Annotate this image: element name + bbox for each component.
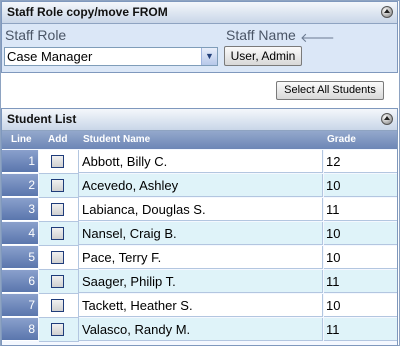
line-number: 2 (2, 174, 38, 197)
student-grade: 10 (324, 174, 397, 197)
staff-role-panel-title: Staff Role copy/move FROM (7, 5, 168, 19)
line-number: 1 (2, 150, 38, 173)
add-cell (39, 318, 79, 342)
line-number: 8 (2, 318, 38, 341)
line-number: 6 (2, 270, 38, 293)
student-name: Pace, Terry F. (79, 246, 323, 269)
select-all-students-button[interactable]: Select All Students (276, 81, 384, 100)
student-name: Acevedo, Ashley (79, 174, 323, 197)
add-cell (39, 222, 79, 246)
student-grade: 12 (324, 150, 397, 173)
chevron-down-icon[interactable]: ▼ (201, 48, 217, 65)
add-checkbox[interactable] (51, 251, 64, 264)
student-list-title: Student List (7, 112, 77, 126)
student-grade: 10 (324, 294, 397, 317)
add-checkbox[interactable] (51, 203, 64, 216)
staff-role-select[interactable]: Case Manager ▼ (4, 47, 218, 66)
table-row: 1 Abbott, Billy C. 12 (2, 150, 397, 174)
table-row: 5 Pace, Terry F. 10 (2, 246, 397, 270)
student-list-header: Student List (2, 109, 397, 131)
staff-role-select-value: Case Manager (7, 49, 93, 64)
collapse-toggle-icon[interactable] (381, 6, 393, 18)
add-cell (39, 198, 79, 222)
column-header-grade[interactable]: Grade (327, 131, 356, 149)
student-grade: 10 (324, 222, 397, 245)
line-number: 5 (2, 246, 38, 269)
collapse-toggle-icon[interactable] (381, 113, 393, 125)
add-checkbox[interactable] (51, 179, 64, 192)
table-row: 2 Acevedo, Ashley 10 (2, 174, 397, 198)
add-checkbox[interactable] (51, 227, 64, 240)
table-header: Line Add Student Name Grade (2, 131, 397, 149)
student-name: Abbott, Billy C. (79, 150, 323, 173)
column-header-add: Add (48, 134, 68, 145)
column-header-line: Line (11, 134, 32, 145)
staff-name-label: Staff Name (226, 27, 296, 43)
staff-name-button[interactable]: User, Admin (224, 46, 302, 66)
table-row: 6 Saager, Philip T. 11 (2, 270, 397, 294)
student-name: Labianca, Douglas S. (79, 198, 323, 221)
table-row: 3 Labianca, Douglas S. 11 (2, 198, 397, 222)
student-name: Nansel, Craig B. (79, 222, 323, 245)
line-number: 7 (2, 294, 38, 317)
student-grade: 11 (324, 318, 397, 341)
line-number: 4 (2, 222, 38, 245)
column-header-student-name[interactable]: Student Name (83, 131, 150, 149)
add-cell (39, 150, 79, 174)
student-grade: 10 (324, 246, 397, 269)
add-checkbox[interactable] (51, 299, 64, 312)
staff-role-panel-header: Staff Role copy/move FROM (2, 2, 397, 24)
staff-role-label: Staff Role (5, 27, 67, 43)
line-number: 3 (2, 198, 38, 221)
add-checkbox[interactable] (51, 323, 64, 336)
add-cell (39, 246, 79, 270)
table-row: 8 Valasco, Randy M. 11 (2, 318, 397, 342)
add-cell (39, 174, 79, 198)
add-checkbox[interactable] (51, 275, 64, 288)
add-cell (39, 270, 79, 294)
table-row: 4 Nansel, Craig B. 10 (2, 222, 397, 246)
student-grade: 11 (324, 198, 397, 221)
student-name: Valasco, Randy M. (79, 318, 323, 341)
student-name: Tackett, Heather S. (79, 294, 323, 317)
table-row: 7 Tackett, Heather S. 10 (2, 294, 397, 318)
student-grade: 11 (324, 270, 397, 293)
student-name: Saager, Philip T. (79, 270, 323, 293)
arrow-left-icon: 🡐 (300, 30, 335, 45)
add-checkbox[interactable] (51, 155, 64, 168)
add-cell (39, 294, 79, 318)
student-list-panel: Student List Line Add Student Name Grade… (1, 108, 398, 346)
